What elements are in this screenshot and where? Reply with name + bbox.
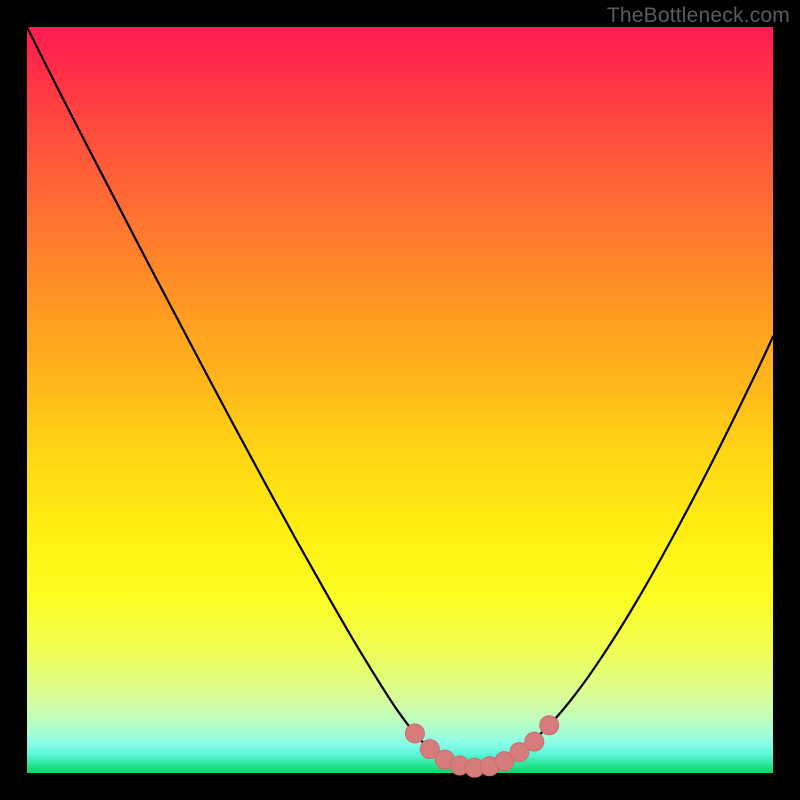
bottleneck-curve — [27, 27, 773, 768]
highlight-markers — [405, 716, 558, 778]
marker-dot — [405, 724, 424, 743]
watermark-text: TheBottleneck.com — [607, 4, 790, 28]
marker-dot — [525, 732, 544, 751]
chart-overlay — [27, 27, 773, 773]
chart-stage: TheBottleneck.com — [0, 0, 800, 800]
marker-dot — [540, 716, 559, 735]
